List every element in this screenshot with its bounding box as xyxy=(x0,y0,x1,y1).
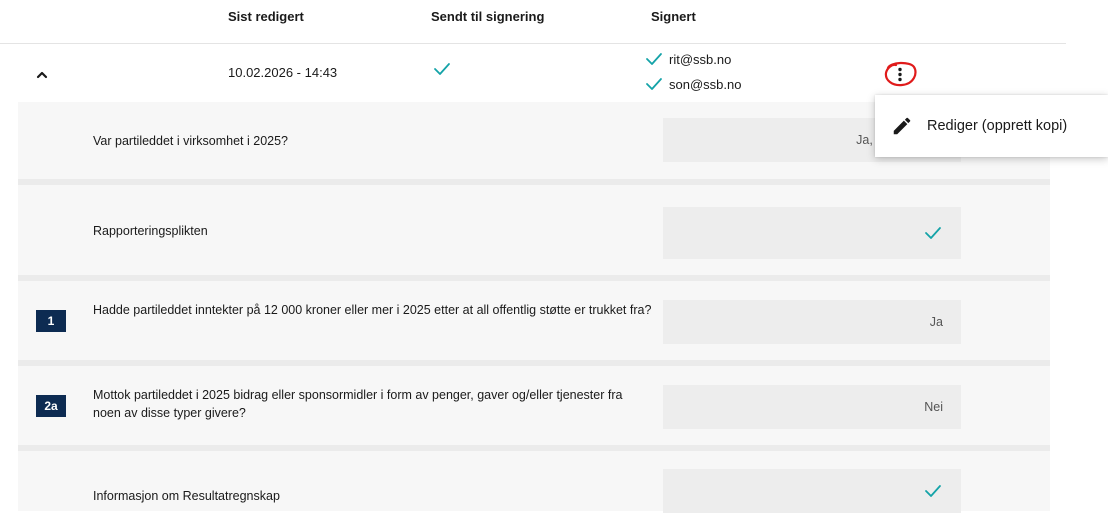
edit-copy-menu-item[interactable]: Rediger (opprett kopi) xyxy=(875,95,1108,157)
kebab-dot xyxy=(898,77,902,82)
signed-check-icon xyxy=(646,78,662,90)
question-text: Mottok partileddet i 2025 bidrag eller s… xyxy=(93,388,623,420)
answer-text: Nei xyxy=(924,400,943,414)
question-number-badge: 2a xyxy=(36,395,66,417)
question-number-badge: 1 xyxy=(36,310,66,332)
signer-item: son@ssb.no xyxy=(645,76,741,92)
question-text: Var partileddet i virksomhet i 2025? xyxy=(93,134,289,148)
answer-field xyxy=(663,207,961,259)
signer-email: son@ssb.no xyxy=(669,76,742,92)
answer-field: Ja xyxy=(663,300,961,344)
last-edited-value: 10.02.2026 - 14:43 xyxy=(228,65,338,80)
question-row: Rapporteringsplikten xyxy=(18,185,1050,281)
question-row: Informasjon om Resultatregnskap xyxy=(18,451,1050,513)
edit-copy-label: Rediger (opprett kopi) xyxy=(927,118,1068,134)
signer-email: rit@ssb.no xyxy=(669,51,732,67)
answer-text: Ja xyxy=(929,315,943,329)
question-text: Informasjon om Resultatregnskap xyxy=(93,489,280,503)
expanded-details-panel: Var partileddet i virksomhet i 2025? Ja,… xyxy=(18,102,1050,513)
answer-check-icon xyxy=(925,485,941,497)
collapse-chevron-up-icon[interactable] xyxy=(30,62,54,86)
column-header-sent-for-signing: Sendt til signering xyxy=(431,9,545,24)
more-options-button[interactable] xyxy=(882,60,918,88)
question-row: 1 Hadde partileddet inntekter på 12 000 … xyxy=(18,281,1050,366)
header-divider xyxy=(0,43,1066,44)
question-row: 2a Mottok partileddet i 2025 bidrag elle… xyxy=(18,366,1050,451)
kebab-dot xyxy=(898,67,902,72)
answer-field: Nei xyxy=(663,385,961,429)
pencil-icon xyxy=(893,117,911,135)
signed-check-icon xyxy=(646,53,662,65)
kebab-dot xyxy=(898,72,902,77)
column-header-signed: Signert xyxy=(651,9,696,24)
answer-check-icon xyxy=(925,227,941,239)
signer-item: rit@ssb.no xyxy=(645,51,731,67)
question-text: Rapporteringsplikten xyxy=(93,224,208,238)
column-header-last-edited: Sist redigert xyxy=(228,9,304,24)
sent-for-signing-check-icon xyxy=(432,60,452,81)
answer-field xyxy=(663,469,961,513)
question-text: Hadde partileddet inntekter på 12 000 kr… xyxy=(93,303,652,317)
